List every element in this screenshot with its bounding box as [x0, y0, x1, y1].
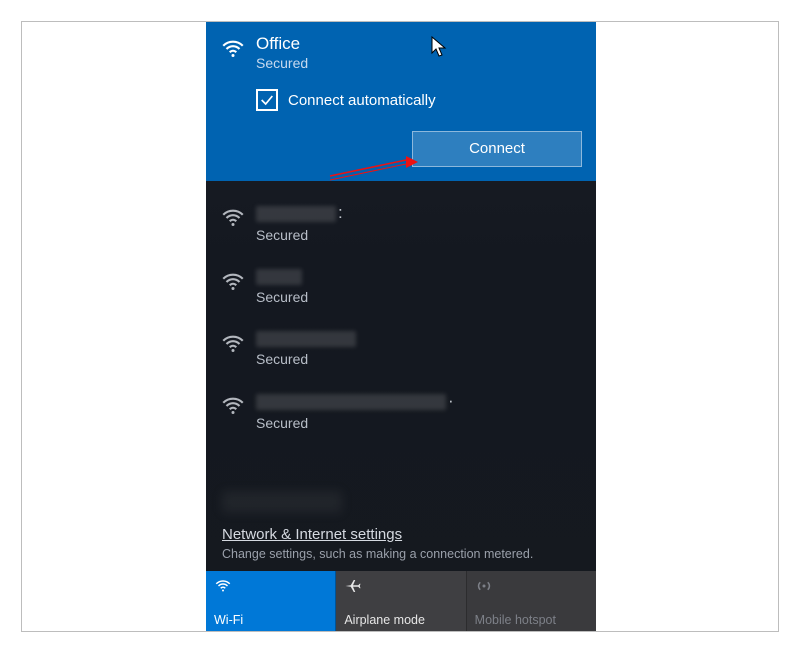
- screenshot-frame: Office Secured Connect automatically Con…: [21, 21, 779, 632]
- network-flyout-panel: Office Secured Connect automatically Con…: [206, 22, 596, 631]
- available-networks-list: : Secured Secured: [206, 181, 596, 443]
- network-item[interactable]: : Secured: [206, 191, 596, 255]
- network-ssid-blurred: [256, 269, 302, 285]
- wifi-tile[interactable]: Wi-Fi: [206, 571, 336, 631]
- airplane-mode-tile[interactable]: Airplane mode: [336, 571, 466, 631]
- network-settings-link[interactable]: Network & Internet settings: [222, 526, 402, 543]
- network-item[interactable]: Secured: [206, 317, 596, 379]
- wifi-tile-label: Wi-Fi: [214, 613, 327, 627]
- wifi-icon: [220, 205, 246, 231]
- wifi-icon: [220, 393, 246, 419]
- selected-network-ssid: Office: [256, 34, 308, 54]
- wifi-icon: [220, 36, 246, 62]
- selected-network-status: Secured: [256, 55, 308, 71]
- network-status: Secured: [256, 415, 454, 431]
- annotation-arrow-icon: [328, 152, 418, 182]
- network-ssid-blurred: [256, 331, 356, 347]
- auto-connect-label: Connect automatically: [288, 92, 436, 109]
- network-ssid-blurred: [256, 206, 336, 222]
- settings-description: Change settings, such as making a connec…: [222, 547, 580, 561]
- wifi-icon: [220, 331, 246, 357]
- network-status: Secured: [256, 289, 308, 305]
- quick-action-tiles: Wi-Fi Airplane mode Mobile hotspot: [206, 571, 596, 631]
- wifi-icon: [220, 269, 246, 295]
- hotspot-icon: [475, 577, 493, 595]
- network-ssid-punct: ·: [448, 391, 454, 411]
- network-item[interactable]: Secured: [206, 255, 596, 317]
- auto-connect-checkbox[interactable]: [256, 89, 278, 111]
- connect-button[interactable]: Connect: [412, 131, 582, 167]
- checkmark-icon: [259, 92, 275, 108]
- partial-network-blurred: [222, 491, 342, 513]
- selected-network[interactable]: Office Secured Connect automatically Con…: [206, 22, 596, 181]
- network-status: Secured: [256, 351, 358, 367]
- wifi-icon: [214, 577, 232, 595]
- settings-section: Network & Internet settings Change setti…: [206, 526, 596, 571]
- network-status: Secured: [256, 227, 343, 243]
- airplane-icon: [344, 577, 362, 595]
- network-item[interactable]: · Secured: [206, 379, 596, 443]
- mobile-hotspot-tile[interactable]: Mobile hotspot: [467, 571, 596, 631]
- network-ssid-punct: :: [338, 203, 343, 223]
- hotspot-tile-label: Mobile hotspot: [475, 613, 588, 627]
- airplane-tile-label: Airplane mode: [344, 613, 457, 627]
- network-ssid-blurred: [256, 394, 446, 410]
- auto-connect-row[interactable]: Connect automatically: [256, 89, 582, 111]
